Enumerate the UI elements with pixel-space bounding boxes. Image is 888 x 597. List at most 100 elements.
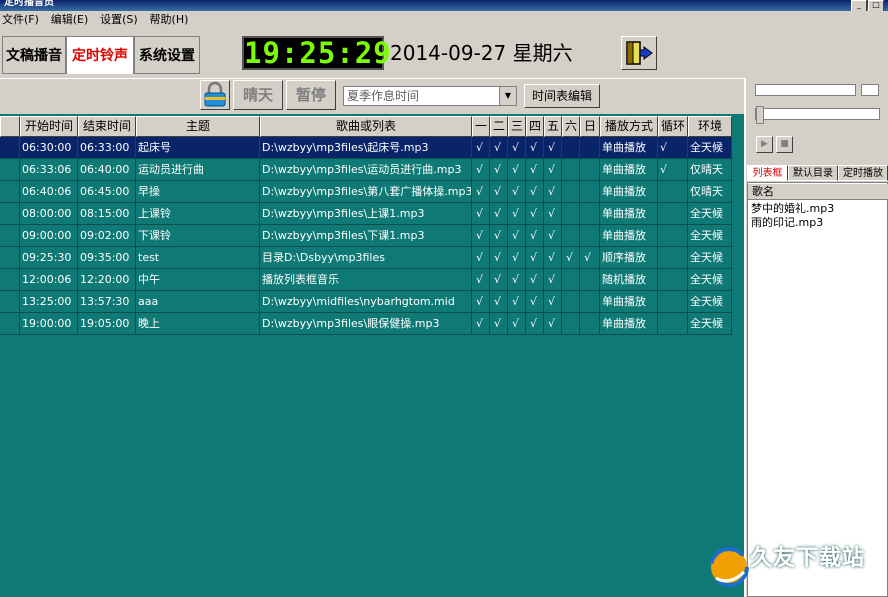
tab-default-dir[interactable]: 默认目录 (788, 165, 838, 181)
cell-topic[interactable]: 上课铃 (136, 203, 260, 225)
chevron-down-icon[interactable]: ▼ (499, 87, 516, 105)
cell-mon[interactable]: √ (472, 313, 490, 335)
cell-sun[interactable] (580, 159, 600, 181)
column-header-end[interactable]: 结束时间 (78, 116, 136, 137)
cell-wed[interactable]: √ (508, 291, 526, 313)
cell-play-mode[interactable]: 单曲播放 (600, 159, 658, 181)
cell-sat[interactable] (562, 225, 580, 247)
cell-song-path[interactable]: D:\wzbyy\mp3files\起床号.mp3 (260, 137, 472, 159)
table-row[interactable]: 06:30:00 06:33:00 起床号 D:\wzbyy\mp3files\起床号… (0, 137, 732, 159)
playlist-header[interactable]: 歌名 (748, 184, 888, 200)
volume-value-box[interactable] (861, 84, 879, 96)
cell-sun[interactable] (580, 269, 600, 291)
cell-song-path[interactable]: D:\wzbyy\mp3files\下课1.mp3 (260, 225, 472, 247)
cell-wed[interactable]: √ (508, 137, 526, 159)
cell-mon[interactable]: √ (472, 291, 490, 313)
tab-script-broadcast[interactable]: 文稿播音 (2, 36, 66, 74)
column-header-mode[interactable]: 播放方式 (600, 116, 658, 137)
cell-fri[interactable]: √ (544, 159, 562, 181)
cell-topic[interactable]: 运动员进行曲 (136, 159, 260, 181)
cell-thu[interactable]: √ (526, 291, 544, 313)
cell-thu[interactable]: √ (526, 137, 544, 159)
sunny-button[interactable]: 晴天 (233, 80, 283, 110)
table-row[interactable]: 08:00:00 08:15:00 上课铃 D:\wzbyy\mp3files\上课1… (0, 203, 732, 225)
cell-sun[interactable] (580, 313, 600, 335)
cell-song-path[interactable]: D:\wzbyy\mp3files\眼保健操.mp3 (260, 313, 472, 335)
column-header-loop[interactable]: 循环 (658, 116, 688, 137)
table-row[interactable]: 06:33:06 06:40:00 运动员进行曲 D:\wzbyy\mp3files\… (0, 159, 732, 181)
menu-settings[interactable]: 设置(S) (98, 11, 144, 28)
cell-thu[interactable]: √ (526, 181, 544, 203)
cell-sat[interactable]: √ (562, 247, 580, 269)
cell-end-time[interactable]: 12:20:00 (78, 269, 136, 291)
cell-start-time[interactable]: 12:00:06 (20, 269, 78, 291)
cell-fri[interactable]: √ (544, 203, 562, 225)
cell-loop[interactable]: √ (658, 137, 688, 159)
cell-mon[interactable]: √ (472, 203, 490, 225)
cell-loop[interactable] (658, 181, 688, 203)
cell-mon[interactable]: √ (472, 225, 490, 247)
column-header-sun[interactable]: 日 (580, 116, 600, 137)
playlist-item[interactable]: 雨的印记.mp3 (751, 216, 823, 230)
tab-system-settings[interactable]: 系统设置 (134, 36, 200, 74)
progress-thumb[interactable] (756, 106, 764, 124)
column-header-fri[interactable]: 五 (544, 116, 562, 137)
cell-song-path[interactable]: D:\wzbyy\mp3files\上课1.mp3 (260, 203, 472, 225)
row-indicator[interactable] (0, 269, 20, 291)
table-row[interactable]: 06:40:06 06:45:00 早操 D:\wzbyy\mp3files\第八套广… (0, 181, 732, 203)
cell-end-time[interactable]: 06:45:00 (78, 181, 136, 203)
column-header-thu[interactable]: 四 (526, 116, 544, 137)
table-row[interactable]: 19:00:00 19:05:00 晚上 D:\wzbyy\mp3files\眼保健操… (0, 313, 732, 335)
cell-environment[interactable]: 全天候 (688, 291, 732, 313)
cell-sat[interactable] (562, 159, 580, 181)
cell-fri[interactable]: √ (544, 269, 562, 291)
cell-tue[interactable]: √ (490, 181, 508, 203)
cell-thu[interactable]: √ (526, 247, 544, 269)
playlist-box[interactable] (747, 182, 888, 597)
cell-play-mode[interactable]: 单曲播放 (600, 203, 658, 225)
cell-start-time[interactable]: 19:00:00 (20, 313, 78, 335)
cell-start-time[interactable]: 06:40:06 (20, 181, 78, 203)
cell-start-time[interactable]: 08:00:00 (20, 203, 78, 225)
cell-song-path[interactable]: D:\wzbyy\mp3files\运动员进行曲.mp3 (260, 159, 472, 181)
cell-start-time[interactable]: 09:00:00 (20, 225, 78, 247)
cell-play-mode[interactable]: 单曲播放 (600, 137, 658, 159)
cell-topic[interactable]: 晚上 (136, 313, 260, 335)
column-header-env[interactable]: 环境 (688, 116, 732, 137)
cell-end-time[interactable]: 09:35:00 (78, 247, 136, 269)
cell-start-time[interactable]: 06:33:06 (20, 159, 78, 181)
cell-sat[interactable] (562, 291, 580, 313)
cell-fri[interactable]: √ (544, 225, 562, 247)
column-header-topic[interactable]: 主题 (136, 116, 260, 137)
cell-environment[interactable]: 全天候 (688, 313, 732, 335)
cell-environment[interactable]: 全天候 (688, 203, 732, 225)
cell-play-mode[interactable]: 单曲播放 (600, 313, 658, 335)
row-indicator[interactable] (0, 159, 20, 181)
cell-fri[interactable]: √ (544, 181, 562, 203)
column-header-tue[interactable]: 二 (490, 116, 508, 137)
schedule-edit-button[interactable]: 时间表编辑 (524, 84, 600, 108)
cell-loop[interactable]: √ (658, 159, 688, 181)
cell-loop[interactable] (658, 203, 688, 225)
cell-wed[interactable]: √ (508, 203, 526, 225)
cell-end-time[interactable]: 08:15:00 (78, 203, 136, 225)
table-row[interactable]: 09:00:00 09:02:00 下课铃 D:\wzbyy\mp3files\下课1… (0, 225, 732, 247)
cell-topic[interactable]: 起床号 (136, 137, 260, 159)
row-indicator[interactable] (0, 181, 20, 203)
cell-tue[interactable]: √ (490, 225, 508, 247)
lock-button[interactable] (200, 80, 230, 110)
cell-thu[interactable]: √ (526, 225, 544, 247)
play-button[interactable]: ▶ (756, 136, 773, 153)
cell-wed[interactable]: √ (508, 247, 526, 269)
cell-play-mode[interactable]: 顺序播放 (600, 247, 658, 269)
cell-topic[interactable]: 早操 (136, 181, 260, 203)
cell-sat[interactable] (562, 269, 580, 291)
column-header-sat[interactable]: 六 (562, 116, 580, 137)
cell-tue[interactable]: √ (490, 247, 508, 269)
cell-start-time[interactable]: 09:25:30 (20, 247, 78, 269)
cell-wed[interactable]: √ (508, 225, 526, 247)
maximize-button[interactable]: □ (868, 0, 884, 11)
cell-sun[interactable] (580, 203, 600, 225)
menu-help[interactable]: 帮助(H) (148, 11, 195, 28)
cell-fri[interactable]: √ (544, 313, 562, 335)
